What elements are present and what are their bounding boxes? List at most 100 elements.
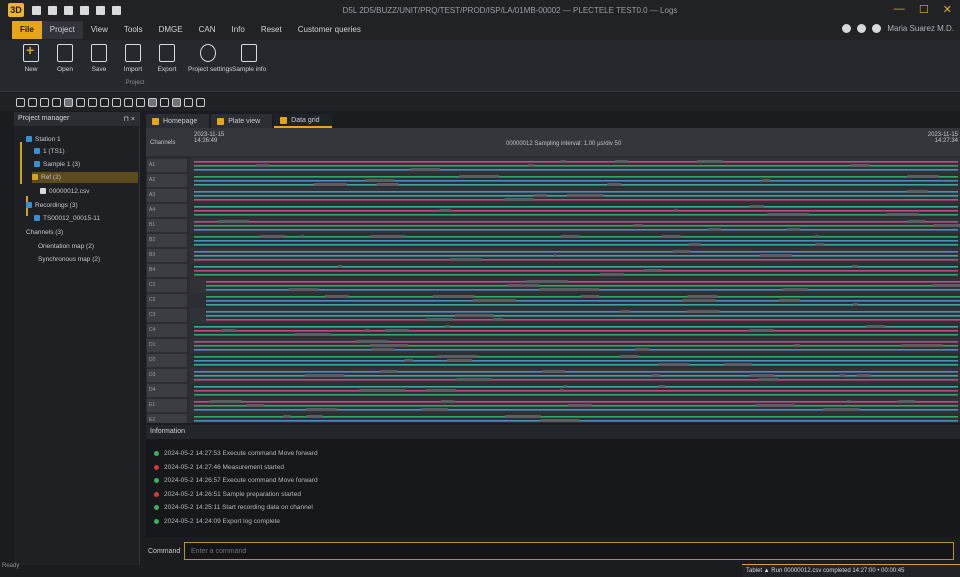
log-entry[interactable]: 2024-05-2 14:27:46 Measurement started [154, 461, 284, 474]
tree-node-station[interactable]: Station 1 [26, 134, 61, 145]
track-event [697, 160, 723, 163]
new-icon[interactable] [32, 5, 41, 15]
menu-can[interactable]: CAN [191, 21, 224, 39]
close-button[interactable]: ✕ [943, 3, 952, 16]
track-event [885, 213, 919, 216]
tree-node-recordings[interactable]: Recordings (3) [26, 200, 78, 211]
tab-data-grid[interactable]: Data grid [274, 114, 332, 128]
help-icon[interactable] [842, 24, 852, 33]
channels-icon[interactable] [160, 97, 169, 107]
notification-icon[interactable] [857, 24, 867, 33]
track-event [682, 299, 716, 302]
export-button[interactable]: Export [150, 44, 184, 73]
menu-info[interactable]: Info [223, 21, 252, 39]
user-icon[interactable] [872, 24, 882, 33]
log-entry[interactable]: 2024-05-2 14:26:51 Sample preparation st… [154, 488, 301, 501]
window-controls: — ☐ ✕ [894, 3, 952, 16]
filter-icon[interactable] [172, 97, 181, 107]
zoom-out-icon[interactable] [28, 97, 37, 107]
track-signal [206, 315, 960, 317]
tab-plate-view[interactable]: Plate view [211, 114, 273, 128]
node-label: TS00012_00015-11 [43, 215, 100, 222]
log-entry[interactable]: 2024-05-2 14:26:57 Execute command Move … [154, 474, 318, 487]
tree-node-ts1[interactable]: 1 (TS1) [34, 146, 65, 157]
menu-customer-queries[interactable]: Customer queries [290, 21, 369, 39]
zoom-in-icon[interactable] [16, 97, 25, 107]
save-button[interactable]: Save [82, 44, 116, 73]
dropdown-icon[interactable] [112, 5, 121, 15]
gear-icon[interactable] [96, 5, 105, 15]
track-event [607, 183, 622, 186]
tree-node-csv[interactable]: 00000012.csv [40, 186, 89, 197]
tree-node-synchronous-map[interactable]: Synchronous map (2) [38, 254, 100, 265]
log-entry[interactable]: 2024-05-2 14:27:53 Execute command Move … [154, 447, 318, 460]
command-input[interactable] [184, 542, 954, 560]
layout-icon[interactable] [124, 97, 133, 107]
row-label: B1 [146, 218, 188, 233]
tree-node-ref[interactable]: Ref (2) [32, 172, 138, 183]
tab-label: Homepage [163, 117, 198, 125]
pin-icon[interactable]: ⊓ × [124, 115, 136, 123]
log-entry[interactable]: 2024-05-2 14:25:11 Start recording data … [154, 501, 313, 514]
track-event [707, 228, 722, 231]
tree-node-channels[interactable]: Channels (3) [26, 227, 63, 238]
markers-icon[interactable] [184, 97, 193, 107]
grid-icon[interactable] [52, 97, 61, 107]
menu-tools[interactable]: Tools [116, 21, 151, 39]
timeline-tracks[interactable] [146, 128, 960, 423]
log-text: 2024-05-2 14:25:11 Start recording data … [164, 504, 313, 511]
maximize-button[interactable]: ☐ [919, 3, 929, 16]
select-icon[interactable] [64, 97, 73, 107]
split-icon[interactable] [136, 97, 145, 107]
sample-icon [34, 161, 40, 168]
tab-label: Plate view [228, 117, 261, 125]
track-signal [194, 191, 958, 193]
new-button[interactable]: New [14, 42, 48, 73]
sample-info-button[interactable]: Sample info [232, 44, 266, 73]
menu-reset[interactable]: Reset [253, 21, 290, 39]
track-event [365, 179, 373, 182]
refresh-icon[interactable] [112, 97, 121, 107]
track-signal [194, 360, 958, 362]
track-signal [194, 229, 958, 231]
track-event [563, 385, 567, 388]
view-mode-icon[interactable] [148, 97, 157, 107]
track-event [454, 314, 494, 317]
open-button[interactable]: Open [48, 44, 82, 73]
menu-dmge[interactable]: DMGE [151, 21, 191, 39]
project-settings-button[interactable]: Project settings [188, 44, 232, 73]
track-event [757, 378, 779, 381]
save-icon[interactable] [64, 5, 73, 15]
track-event [644, 269, 663, 272]
track-event [634, 224, 643, 227]
menu-project[interactable]: Project [41, 21, 83, 39]
track-event [507, 284, 539, 287]
timeline-view[interactable]: Channels 2023-11-15 14:26:49 00000012 Sa… [146, 128, 960, 423]
edit-icon[interactable] [196, 97, 205, 107]
undo-icon[interactable] [88, 97, 97, 107]
tab-homepage[interactable]: Homepage [146, 114, 210, 128]
tree-node-orientation-map[interactable]: Orientation map (2) [38, 241, 94, 252]
track-event [533, 194, 548, 197]
tree-node-sample[interactable]: Sample 1 (3) [34, 159, 80, 170]
track-signal [194, 356, 958, 358]
open-icon[interactable] [48, 5, 57, 15]
log-entry[interactable]: 2024-05-2 14:24:09 Export log complete [154, 515, 280, 528]
tab-icon [152, 117, 159, 125]
pin-icon[interactable] [80, 5, 89, 15]
pan-icon[interactable] [76, 97, 85, 107]
menu-file[interactable]: File [12, 21, 42, 39]
import-button[interactable]: Import [116, 44, 150, 73]
tab-icon [217, 117, 225, 125]
zoom-fit-icon[interactable] [40, 97, 49, 107]
track-signal [194, 345, 958, 347]
menu-view[interactable]: View [83, 21, 116, 39]
node-label: Station 1 [35, 136, 61, 143]
redo-icon[interactable] [100, 97, 109, 107]
track-event [907, 220, 926, 223]
folder-icon [26, 136, 32, 143]
track-signal [194, 176, 958, 178]
tree-node-recording-file[interactable]: TS00012_00015-11 [34, 213, 100, 224]
user-name[interactable]: Maria Suarez M.D. [887, 24, 954, 33]
minimize-button[interactable]: — [894, 3, 905, 16]
